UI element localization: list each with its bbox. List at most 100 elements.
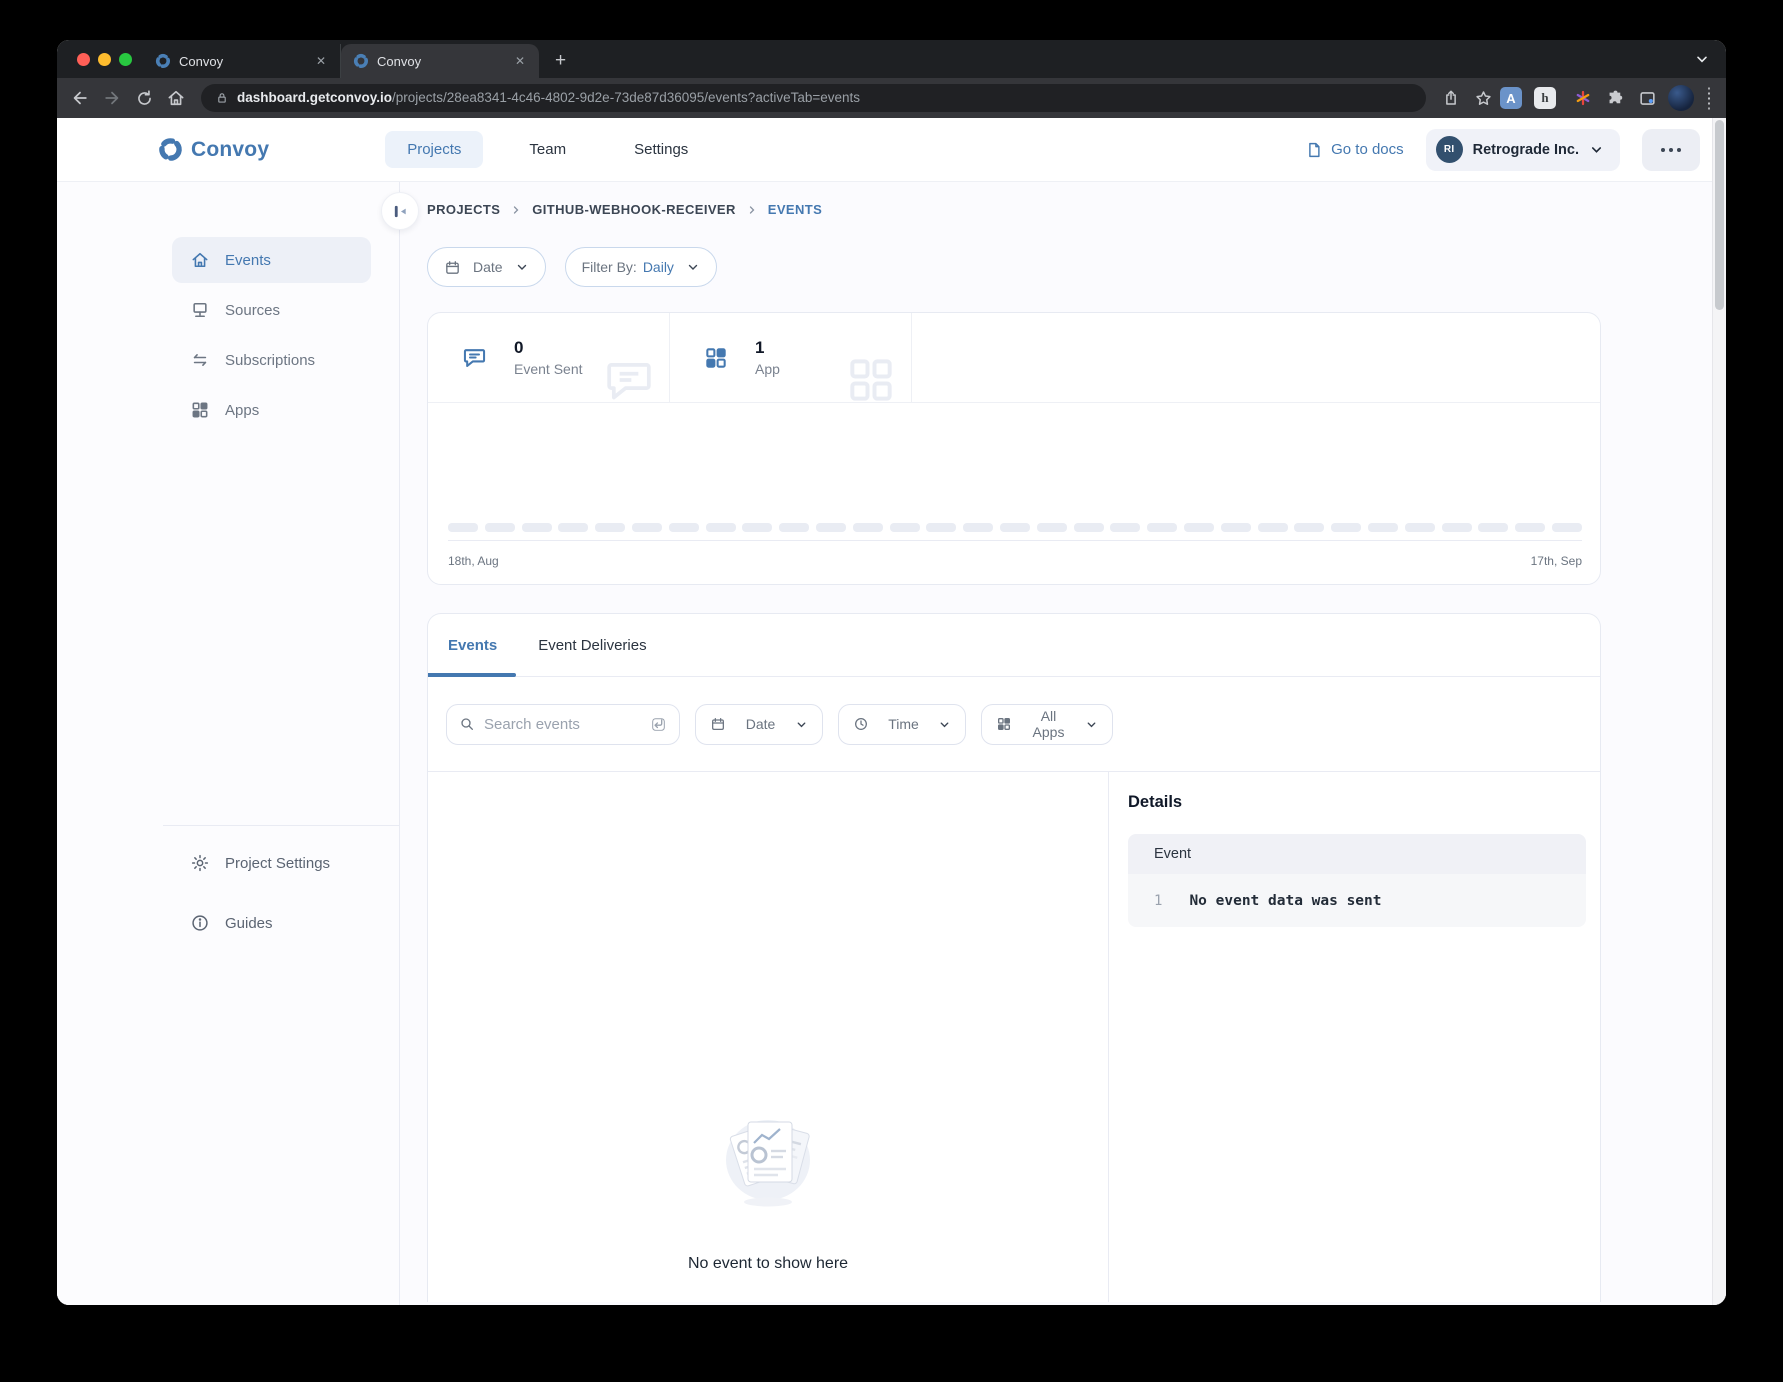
nav-settings[interactable]: Settings <box>612 131 710 168</box>
browser-menu-icon[interactable]: ⋮⋮⋮ <box>1700 91 1718 106</box>
lock-icon[interactable] <box>215 91 229 105</box>
browser-tab-2-active[interactable]: Convoy ✕ <box>341 44 539 78</box>
close-tab-icon[interactable]: ✕ <box>312 52 330 70</box>
bookmark-star-icon[interactable] <box>1468 83 1498 113</box>
events-time-filter[interactable]: Time <box>838 704 966 745</box>
close-tab-icon[interactable]: ✕ <box>511 52 529 70</box>
chart-bar <box>1037 523 1067 532</box>
events-apps-filter[interactable]: All Apps <box>981 704 1113 745</box>
chart-bars <box>448 523 1582 532</box>
chart-bar <box>1294 523 1324 532</box>
apps-value: 1 <box>755 338 780 358</box>
event-data-box: Event 1 No event data was sent <box>1128 834 1586 927</box>
chevron-down-icon <box>1085 718 1098 731</box>
sidebar-item-events[interactable]: Events <box>172 237 371 283</box>
sidebar-item-subscriptions[interactable]: Subscriptions <box>172 337 371 383</box>
browser-tab-1[interactable]: Convoy ✕ <box>143 44 341 78</box>
window-controls <box>77 53 132 66</box>
convoy-logo[interactable]: Convoy <box>157 136 269 163</box>
convoy-favicon <box>353 53 369 69</box>
tab-search-chevron-icon[interactable] <box>1694 51 1710 72</box>
apps-grid-icon <box>190 400 210 420</box>
reload-icon[interactable] <box>129 83 159 113</box>
clock-icon <box>853 716 869 732</box>
breadcrumb-projects[interactable]: PROJECTS <box>427 202 500 217</box>
new-tab-button[interactable]: + <box>549 50 572 72</box>
filter-by-dropdown[interactable]: Filter By: Daily <box>565 247 717 287</box>
main-nav: Projects Team Settings <box>385 131 710 168</box>
event-column-header: Event <box>1128 834 1586 874</box>
chevron-down-icon <box>938 718 951 731</box>
events-sent-label: Event Sent <box>514 361 583 377</box>
chart-bar <box>1368 523 1398 532</box>
page-scrollbar[interactable] <box>1712 118 1726 1305</box>
close-window-button[interactable] <box>77 53 90 66</box>
side-panel-icon[interactable] <box>1632 83 1662 113</box>
chart-bar <box>779 523 809 532</box>
collapse-sidebar-button[interactable] <box>381 192 419 230</box>
top-filter-row: Date Filter By: Daily <box>427 247 1726 287</box>
stats-row: 0 Event Sent 1 App <box>428 313 1600 403</box>
nav-projects[interactable]: Projects <box>385 131 483 168</box>
asterisk-extension-icon[interactable] <box>1568 83 1598 113</box>
share-icon[interactable] <box>1436 83 1466 113</box>
url-bar[interactable]: dashboard.getconvoy.io/projects/28ea8341… <box>201 84 1426 112</box>
forward-icon[interactable] <box>97 83 127 113</box>
tab-events[interactable]: Events <box>448 637 497 654</box>
browser-profile-avatar[interactable] <box>1668 85 1694 111</box>
sidebar-divider <box>163 825 399 826</box>
metrics-card: 0 Event Sent 1 App <box>427 312 1601 585</box>
empty-state-illustration <box>711 1102 826 1217</box>
chart-bar <box>1221 523 1251 532</box>
home-icon[interactable] <box>161 83 191 113</box>
events-date-filter[interactable]: Date <box>695 704 823 745</box>
tab-event-deliveries[interactable]: Event Deliveries <box>538 637 646 654</box>
chart-bar <box>1552 523 1582 532</box>
document-icon <box>1305 141 1323 159</box>
sidebar-item-apps[interactable]: Apps <box>172 387 371 433</box>
date-range-filter[interactable]: Date <box>427 247 546 287</box>
event-data-text: No event data was sent <box>1189 893 1381 909</box>
org-avatar: RI <box>1436 136 1463 163</box>
search-events-input[interactable] <box>484 716 641 733</box>
app-body: Events Sources Subscriptions Apps Projec… <box>57 182 1726 1305</box>
chart-bar <box>1515 523 1545 532</box>
browser-window: Convoy ✕ Convoy ✕ + dashboard.getconvoy.… <box>57 40 1726 1305</box>
search-events-box[interactable] <box>446 704 680 745</box>
event-list-empty-state: No event to show here <box>428 772 1109 1302</box>
brand-name: Convoy <box>191 138 269 162</box>
active-tab-underline <box>428 673 516 677</box>
extensions-puzzle-icon[interactable] <box>1600 83 1630 113</box>
breadcrumb-project-name[interactable]: GITHUB-WEBHOOK-RECEIVER <box>532 202 735 217</box>
nav-team[interactable]: Team <box>507 131 588 168</box>
sidebar-item-guides[interactable]: Guides <box>172 900 371 946</box>
minimize-window-button[interactable] <box>98 53 111 66</box>
sidebar-footer: Project Settings Guides <box>57 825 399 946</box>
sidebar-item-sources[interactable]: Sources <box>172 287 371 333</box>
sidebar-item-project-settings[interactable]: Project Settings <box>172 840 371 886</box>
translate-extension-icon[interactable]: A <box>1500 87 1522 109</box>
events-sent-value: 0 <box>514 338 583 358</box>
apps-grid-icon <box>996 716 1012 732</box>
line-number: 1 <box>1154 893 1162 909</box>
chart-bar <box>669 523 699 532</box>
org-switcher-button[interactable]: RI Retrograde Inc. <box>1426 129 1620 171</box>
chart-bar <box>742 523 772 532</box>
chart-bar <box>926 523 956 532</box>
filter-by-value: Daily <box>643 259 674 275</box>
app-header: Convoy Projects Team Settings Go to docs… <box>57 118 1726 182</box>
chart-bar <box>1442 523 1472 532</box>
chevron-down-icon <box>1589 142 1604 157</box>
details-pane: Details Event 1 No event data was sent <box>1109 772 1600 1302</box>
more-options-button[interactable] <box>1642 129 1700 171</box>
chart-bar <box>1000 523 1030 532</box>
breadcrumb-events[interactable]: EVENTS <box>768 202 822 217</box>
zoom-window-button[interactable] <box>119 53 132 66</box>
h-extension-icon[interactable]: h <box>1534 87 1556 109</box>
chart-bar <box>1184 523 1214 532</box>
scrollbar-thumb[interactable] <box>1715 120 1724 310</box>
go-to-docs-link[interactable]: Go to docs <box>1305 141 1404 159</box>
chart-bar <box>522 523 552 532</box>
chart-bar <box>1147 523 1177 532</box>
back-icon[interactable] <box>65 83 95 113</box>
